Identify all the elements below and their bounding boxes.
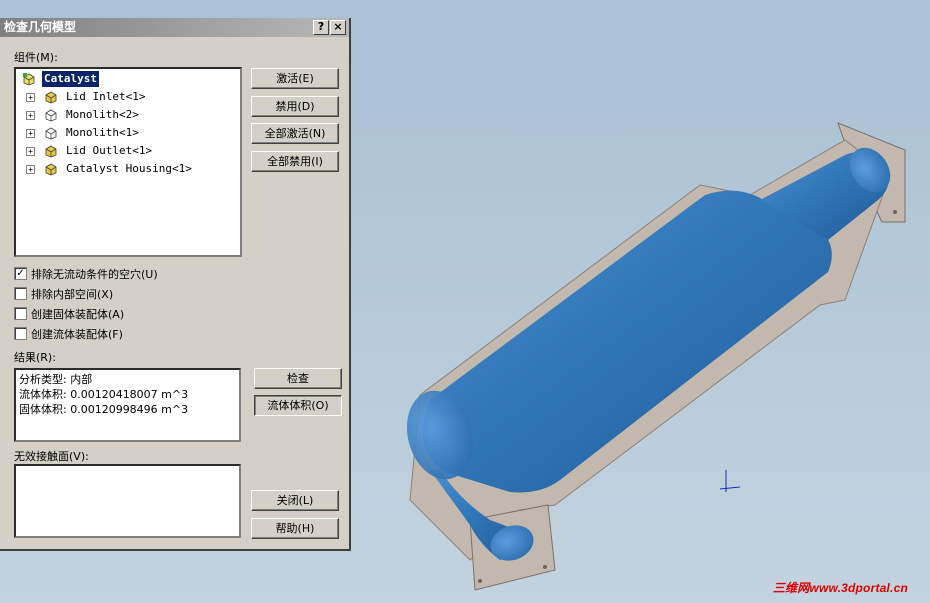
invalid-contacts-label: 无效接触面(V): xyxy=(14,450,89,463)
dialog-titlebar: 检查几何模型 ? × xyxy=(0,18,349,37)
help-title-button[interactable]: ? xyxy=(313,20,329,35)
result-line: 固体体积: 0.00120998496 m^3 xyxy=(19,403,189,416)
result-line: 分析类型: 内部 xyxy=(19,373,93,386)
invalid-contacts-list[interactable] xyxy=(14,464,241,538)
expand-icon[interactable]: + xyxy=(26,93,35,102)
exclude-internal-space-checkbox[interactable] xyxy=(14,287,27,300)
axis-triad xyxy=(719,470,741,492)
create-fluid-assembly-checkbox[interactable] xyxy=(14,327,27,340)
close-button[interactable]: 关闭(L) xyxy=(251,490,339,511)
expand-icon[interactable]: + xyxy=(26,165,35,174)
help-button[interactable]: 帮助(H) xyxy=(251,518,339,539)
check-button[interactable]: 检查 xyxy=(254,368,342,389)
part-yellow-icon xyxy=(45,163,57,176)
create-fluid-assembly-label: 创建流体装配体(F) xyxy=(31,328,123,341)
check-geometry-dialog: 检查几何模型 ? × 组件(M): Catalyst + Lid Inlet<1… xyxy=(0,18,351,551)
part-white-icon xyxy=(45,109,57,122)
close-title-button[interactable]: × xyxy=(330,20,346,35)
dialog-title: 检查几何模型 xyxy=(4,20,77,34)
create-solid-assembly-checkbox[interactable] xyxy=(14,307,27,320)
expand-icon[interactable]: + xyxy=(26,129,35,138)
results-label: 结果(R): xyxy=(14,351,56,364)
watermark: 三维网www.3dportal.cn xyxy=(772,581,908,595)
activate-button[interactable]: 激活(E) xyxy=(251,68,339,89)
part-white-icon xyxy=(45,127,57,140)
exclude-internal-space-label: 排除内部空间(X) xyxy=(31,288,114,301)
activate-all-button[interactable]: 全部激活(N) xyxy=(251,123,339,144)
expand-icon[interactable]: + xyxy=(26,147,35,156)
exclude-cavities-label: 排除无流动条件的空穴(U) xyxy=(31,268,158,281)
components-label: 组件(M): xyxy=(14,51,58,64)
tree-item-label: Lid Outlet<1> xyxy=(66,144,153,157)
tree-item-label: Monolith<1> xyxy=(66,126,139,139)
assembly-icon xyxy=(23,73,35,86)
components-tree[interactable]: Catalyst + Lid Inlet<1> + Monolith<2> + xyxy=(14,67,242,257)
result-line: 流体体积: 0.00120418007 m^3 xyxy=(19,388,189,401)
disable-all-button[interactable]: 全部禁用(I) xyxy=(251,151,339,172)
disable-button[interactable]: 禁用(D) xyxy=(251,96,339,117)
tree-item-label: Catalyst Housing<1> xyxy=(66,162,192,175)
create-solid-assembly-label: 创建固体装配体(A) xyxy=(31,308,125,321)
tree-item-label: Catalyst xyxy=(42,71,99,87)
part-yellow-icon xyxy=(45,91,57,104)
results-box[interactable]: 分析类型: 内部 流体体积: 0.00120418007 m^3 固体体积: 0… xyxy=(14,368,241,442)
tree-item-label: Lid Inlet<1> xyxy=(66,90,146,103)
exclude-cavities-checkbox[interactable]: ✓ xyxy=(14,267,27,280)
part-yellow-icon xyxy=(45,145,57,158)
expand-icon[interactable]: + xyxy=(26,111,35,120)
tree-item-label: Monolith<2> xyxy=(66,108,139,121)
fluid-volume-button[interactable]: 流体体积(O) xyxy=(254,395,342,416)
